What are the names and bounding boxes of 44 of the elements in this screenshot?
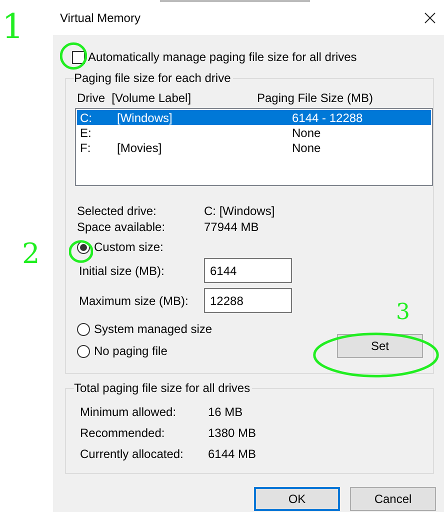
drive-row[interactable]: F: [Movies] None [77, 140, 431, 155]
drive-letter: F: [80, 140, 92, 156]
radio-button[interactable] [77, 322, 90, 336]
group-title: Total paging file size for all drives [74, 380, 252, 396]
drive-letter: C: [80, 110, 93, 126]
drive-row[interactable]: E: None [77, 125, 431, 140]
total-label: Minimum allowed: [80, 404, 178, 419]
info-value: 77944 MB [204, 219, 259, 234]
total-value: 6144 MB [208, 446, 256, 461]
dialog-button[interactable]: OK [254, 487, 340, 511]
info-label: Space available: [77, 219, 166, 234]
total-value: 16 MB [208, 404, 243, 419]
drive-row[interactable]: C: [Windows] 6144 - 12288 [77, 110, 431, 125]
total-label: Currently allocated: [80, 446, 184, 461]
annotation-number: 2 [22, 240, 40, 268]
paging-size: None [292, 124, 321, 142]
volume-label: [Windows] [117, 110, 172, 126]
radio-label: Custom size: [94, 239, 164, 256]
input-field[interactable]: 6144 [204, 258, 292, 283]
window-title: Virtual Memory [60, 10, 140, 26]
total-value: 1380 MB [208, 425, 256, 440]
dialog-button[interactable]: Cancel [350, 487, 436, 511]
annotation-number: 1 [2, 10, 24, 44]
input-field[interactable]: 12288 [204, 288, 292, 313]
info-label: Selected drive: [77, 203, 158, 218]
checkbox[interactable] [72, 50, 85, 64]
radio-button[interactable] [77, 344, 90, 358]
field-label: Maximum size (MB): [79, 292, 190, 310]
radio-label: System managed size [94, 321, 212, 338]
column-header: Drive [Volume Label] [77, 90, 192, 103]
group-title: Paging file size for each drive [74, 70, 233, 86]
set-button[interactable]: Set [337, 334, 423, 358]
radio-label: No paging file [94, 343, 168, 360]
paging-size: None [292, 140, 321, 156]
volume-label: [Movies] [117, 140, 162, 156]
drive-letter: E: [80, 124, 92, 142]
info-value: C: [Windows] [204, 203, 275, 218]
close-icon[interactable] [424, 12, 436, 24]
paging-size: 6144 - 12288 [292, 110, 363, 126]
total-label: Recommended: [80, 425, 166, 440]
column-header: Paging File Size (MB) [257, 90, 374, 103]
field-label: Initial size (MB): [79, 262, 166, 280]
checkbox-label: Automatically manage paging file size for all drives [88, 49, 357, 66]
annotation-number: 3 [396, 302, 410, 324]
